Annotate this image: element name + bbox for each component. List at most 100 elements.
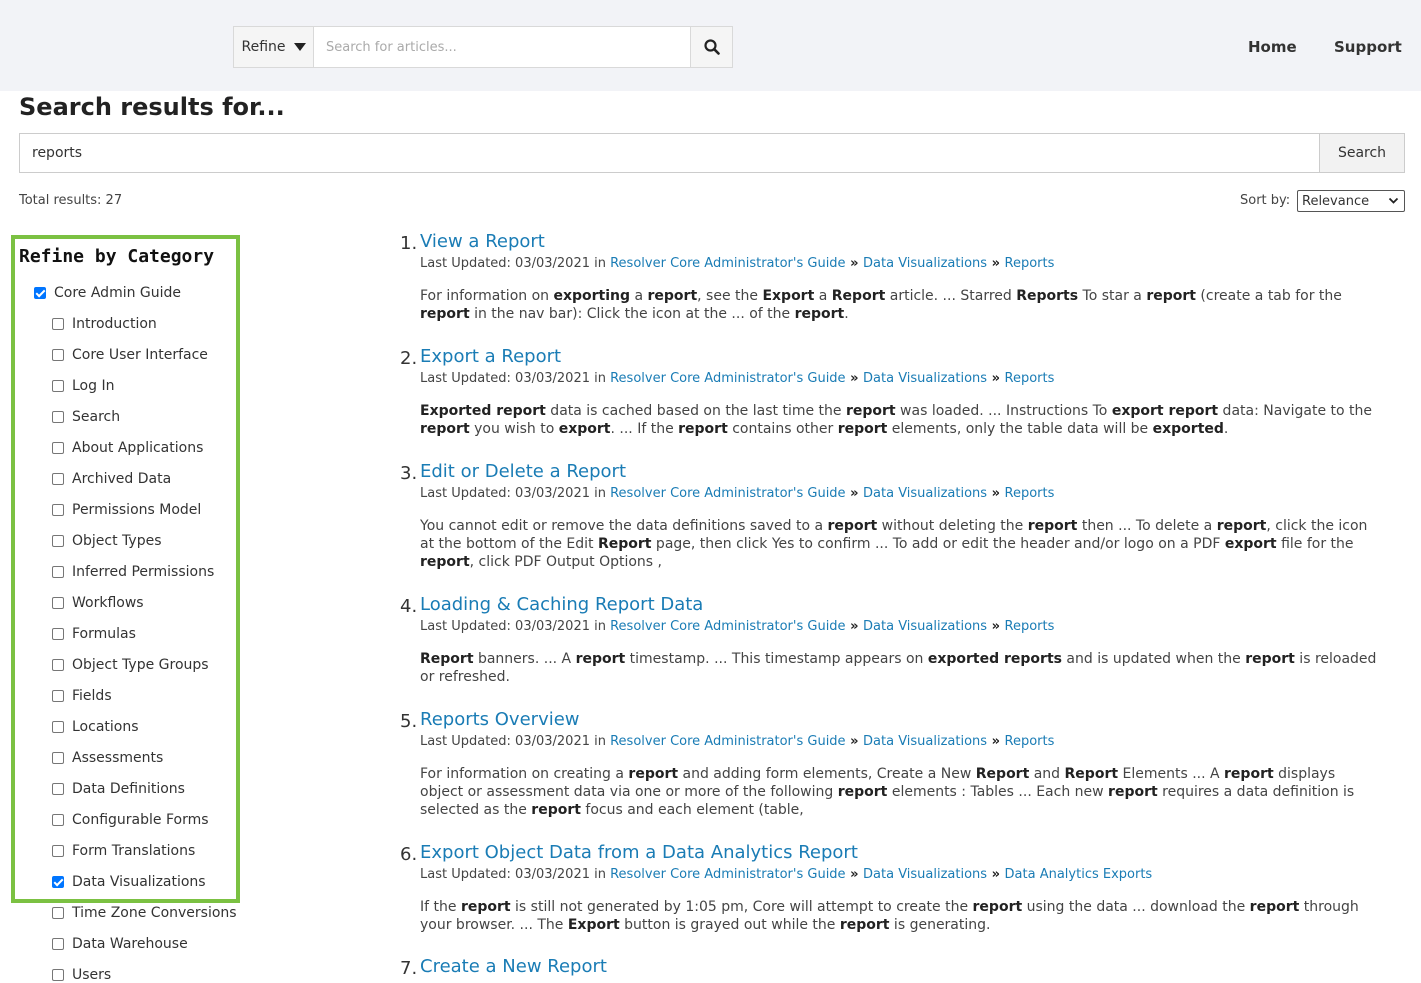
category-checkbox[interactable] xyxy=(52,628,64,640)
category-checkbox[interactable] xyxy=(52,504,64,516)
category-item[interactable]: Object Types xyxy=(52,533,162,549)
category-checkbox[interactable] xyxy=(52,876,64,888)
result-title-link[interactable]: Edit or Delete a Report xyxy=(420,461,626,482)
breadcrumb-link[interactable]: Reports xyxy=(1005,256,1055,271)
main-search-button[interactable]: Search xyxy=(1319,134,1404,172)
category-checkbox[interactable] xyxy=(52,411,64,423)
result-snippet: If the report is still not generated by … xyxy=(420,899,1359,933)
category-checkbox[interactable] xyxy=(52,349,64,361)
result-title-link[interactable]: Create a New Report xyxy=(420,956,607,977)
category-checkbox[interactable] xyxy=(52,783,64,795)
last-updated: Last Updated: 03/03/2021 in xyxy=(420,256,606,271)
nav-home-link[interactable]: Home xyxy=(1248,38,1297,56)
result-number: 4. xyxy=(400,596,418,617)
category-checkbox[interactable] xyxy=(52,597,64,609)
category-item[interactable]: Data Definitions xyxy=(52,781,185,797)
category-label: About Applications xyxy=(72,440,204,456)
sort-label: Sort by: xyxy=(1240,193,1291,208)
result-number: 2. xyxy=(400,348,418,369)
breadcrumb-link[interactable]: Resolver Core Administrator's Guide xyxy=(610,619,845,634)
refine-title: Refine by Category xyxy=(19,246,215,267)
category-item[interactable]: Search xyxy=(52,409,120,425)
category-checkbox[interactable] xyxy=(52,938,64,950)
category-item[interactable]: Data Warehouse xyxy=(52,936,188,952)
breadcrumb-link[interactable]: Data Visualizations xyxy=(863,256,987,271)
category-label: Fields xyxy=(72,688,112,704)
category-item[interactable]: Permissions Model xyxy=(52,502,201,518)
category-checkbox[interactable] xyxy=(52,845,64,857)
caret-down-icon xyxy=(293,43,306,51)
result-meta: Last Updated: 03/03/2021 in Resolver Cor… xyxy=(420,734,1054,749)
category-checkbox[interactable] xyxy=(52,752,64,764)
result-snippet: Report banners. ... A report timestamp. … xyxy=(420,651,1377,685)
nav-support-link[interactable]: Support xyxy=(1334,38,1402,56)
category-checkbox[interactable] xyxy=(52,473,64,485)
breadcrumb-link[interactable]: Resolver Core Administrator's Guide xyxy=(610,371,845,386)
category-item[interactable]: Introduction xyxy=(52,316,157,332)
category-item[interactable]: Log In xyxy=(52,378,114,394)
category-checkbox[interactable] xyxy=(52,566,64,578)
last-updated: Last Updated: 03/03/2021 in xyxy=(420,734,606,749)
category-checkbox[interactable] xyxy=(52,814,64,826)
category-label: Log In xyxy=(72,378,115,394)
category-item[interactable]: About Applications xyxy=(52,440,203,456)
category-item[interactable]: Object Type Groups xyxy=(52,657,209,673)
result-title-link[interactable]: View a Report xyxy=(420,231,545,252)
category-label: Assessments xyxy=(72,750,164,766)
category-checkbox[interactable] xyxy=(52,969,64,981)
breadcrumb-link[interactable]: Data Visualizations xyxy=(863,371,987,386)
category-checkbox[interactable] xyxy=(52,690,64,702)
category-label: Formulas xyxy=(72,626,136,642)
category-item[interactable]: Fields xyxy=(52,688,112,704)
category-item[interactable]: Assessments xyxy=(52,750,163,766)
category-item[interactable]: Configurable Forms xyxy=(52,812,209,828)
breadcrumb-link[interactable]: Data Visualizations xyxy=(863,619,987,634)
search-submit-button[interactable] xyxy=(690,27,732,67)
category-item[interactable]: Time Zone Conversions xyxy=(52,905,237,921)
category-checkbox[interactable] xyxy=(52,907,64,919)
category-checkbox[interactable] xyxy=(52,721,64,733)
category-item[interactable]: Formulas xyxy=(52,626,136,642)
category-item[interactable]: Data Visualizations xyxy=(52,874,206,890)
category-item[interactable]: Inferred Permissions xyxy=(52,564,214,580)
category-parent[interactable]: Core Admin Guide xyxy=(34,285,181,301)
breadcrumb-link[interactable]: Resolver Core Administrator's Guide xyxy=(610,256,845,271)
category-label: Data Definitions xyxy=(72,781,185,797)
category-item[interactable]: Core User Interface xyxy=(52,347,208,363)
result-meta: Last Updated: 03/03/2021 in Resolver Cor… xyxy=(420,371,1054,386)
breadcrumb-link[interactable]: Reports xyxy=(1005,371,1055,386)
sort-select[interactable]: Relevance xyxy=(1297,190,1405,212)
result-title-link[interactable]: Export Object Data from a Data Analytics… xyxy=(420,842,858,863)
article-search-input[interactable] xyxy=(314,27,690,67)
category-checkbox[interactable] xyxy=(52,659,64,671)
category-item[interactable]: Archived Data xyxy=(52,471,171,487)
result-title-link[interactable]: Loading & Caching Report Data xyxy=(420,594,703,615)
category-checkbox[interactable] xyxy=(52,442,64,454)
breadcrumb-separator-icon: » xyxy=(845,256,864,271)
result-title-link[interactable]: Export a Report xyxy=(420,346,561,367)
breadcrumb-link[interactable]: Data Visualizations xyxy=(863,867,987,882)
category-item[interactable]: Form Translations xyxy=(52,843,195,859)
category-item[interactable]: Workflows xyxy=(52,595,144,611)
category-label: Configurable Forms xyxy=(72,812,209,828)
category-item[interactable]: Users xyxy=(52,967,111,983)
breadcrumb-link[interactable]: Resolver Core Administrator's Guide xyxy=(610,486,845,501)
breadcrumb-link[interactable]: Reports xyxy=(1005,734,1055,749)
refine-dropdown-button[interactable]: Refine xyxy=(234,27,314,67)
category-checkbox[interactable] xyxy=(52,380,64,392)
category-checkbox[interactable] xyxy=(52,535,64,547)
breadcrumb-link[interactable]: Reports xyxy=(1005,486,1055,501)
breadcrumb-link[interactable]: Data Visualizations xyxy=(863,734,987,749)
category-checkbox[interactable] xyxy=(34,287,46,299)
breadcrumb-link[interactable]: Data Analytics Exports xyxy=(1005,867,1153,882)
category-checkbox[interactable] xyxy=(52,318,64,330)
result-title-link[interactable]: Reports Overview xyxy=(420,709,580,730)
result-snippet: For information on exporting a report, s… xyxy=(420,288,1342,322)
breadcrumb-link[interactable]: Resolver Core Administrator's Guide xyxy=(610,867,845,882)
breadcrumb-link[interactable]: Resolver Core Administrator's Guide xyxy=(610,734,845,749)
category-item[interactable]: Locations xyxy=(52,719,139,735)
breadcrumb-link[interactable]: Data Visualizations xyxy=(863,486,987,501)
breadcrumb-link[interactable]: Reports xyxy=(1005,619,1055,634)
main-search-input[interactable] xyxy=(20,134,1319,172)
breadcrumb-separator-icon: » xyxy=(845,867,864,882)
